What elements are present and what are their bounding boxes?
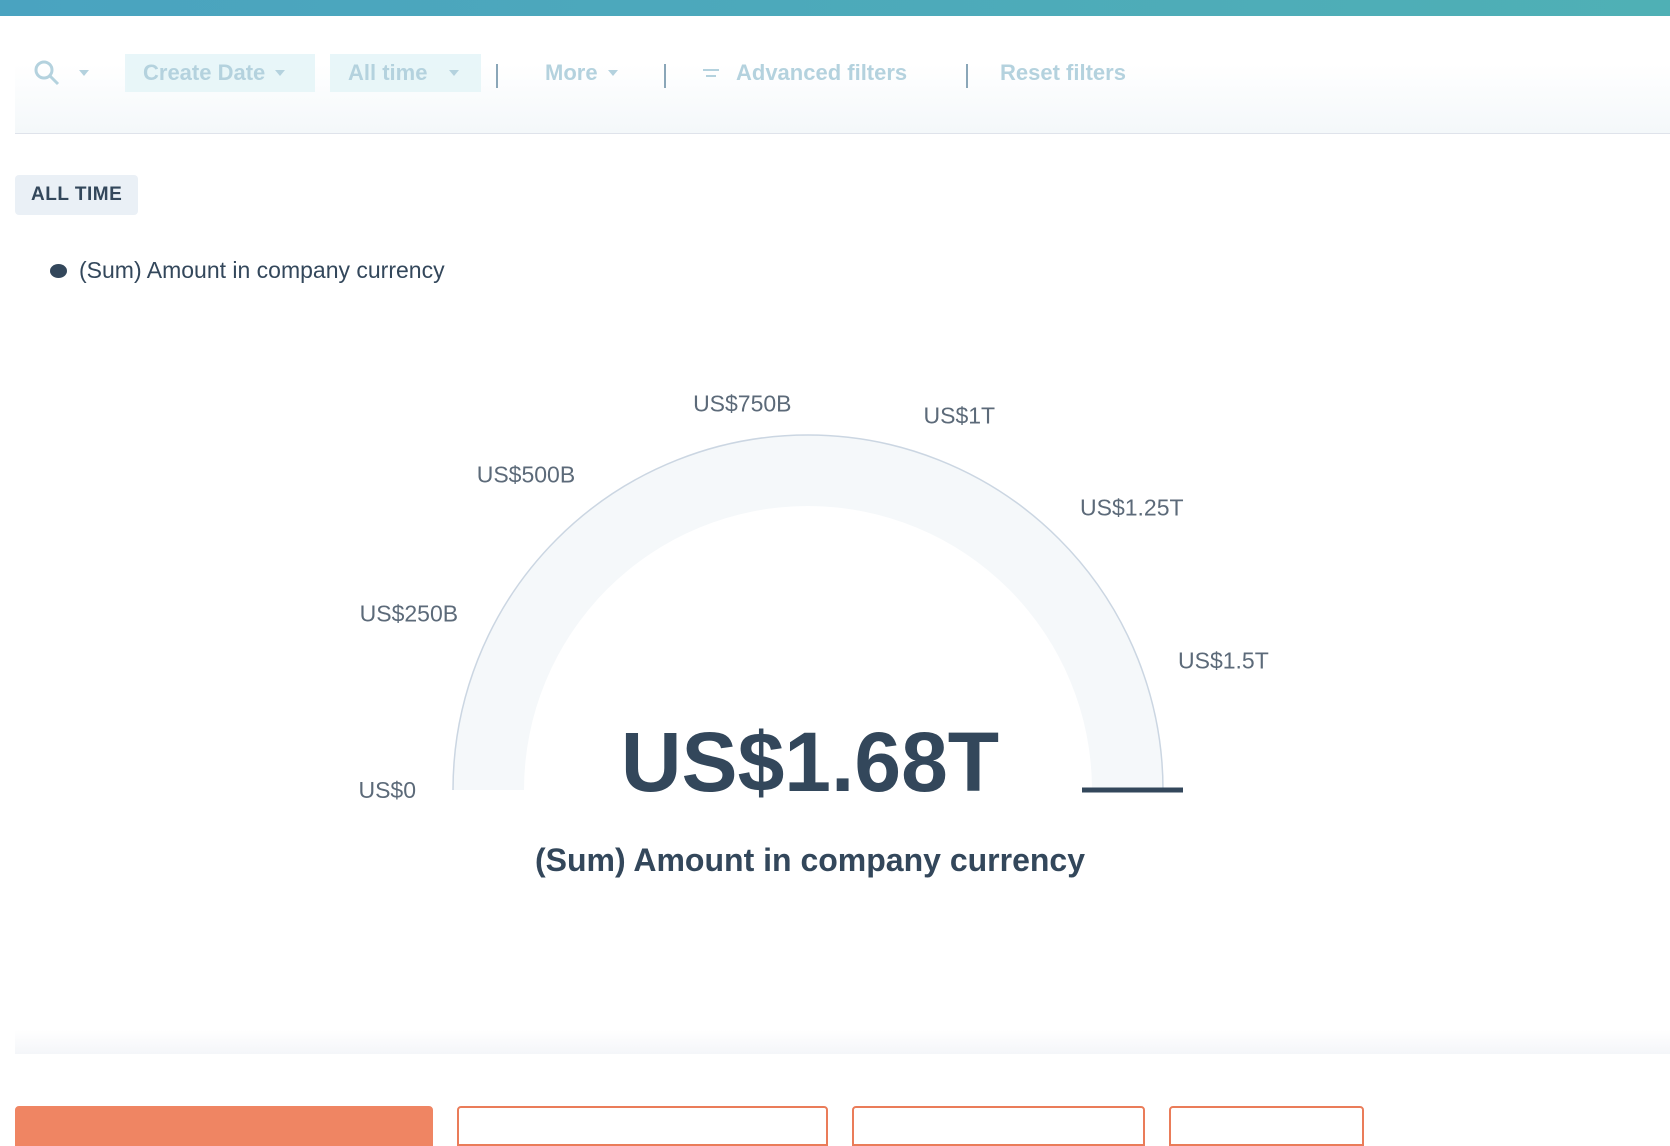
card-footer-shade: [15, 1030, 1670, 1054]
gauge-tick-label: US$0: [358, 777, 416, 803]
gauge-value: US$1.68T: [620, 715, 1000, 809]
gauge-tick-label: US$500B: [477, 462, 575, 488]
gauge-tick-label: US$750B: [693, 391, 791, 417]
gauge-tick-label: US$1.25T: [1080, 495, 1184, 521]
footer-button[interactable]: [852, 1106, 1145, 1146]
gauge-chart: US$0 US$250B US$500B US$750B US$1T US$1.25T US…: [358, 391, 1269, 804]
footer-button[interactable]: [457, 1106, 828, 1146]
footer-button[interactable]: [1169, 1106, 1364, 1146]
gauge-tick-label: US$1.5T: [1178, 648, 1269, 674]
gauge-caption: (Sum) Amount in company currency: [535, 842, 1085, 878]
gauge-chart-area: US$0 US$250B US$500B US$750B US$1T US$1.25T US…: [0, 0, 1670, 1126]
gauge-tick-label: US$250B: [360, 600, 458, 626]
gauge-tick-label: US$1T: [924, 402, 996, 428]
footer-primary-button[interactable]: [15, 1106, 433, 1146]
